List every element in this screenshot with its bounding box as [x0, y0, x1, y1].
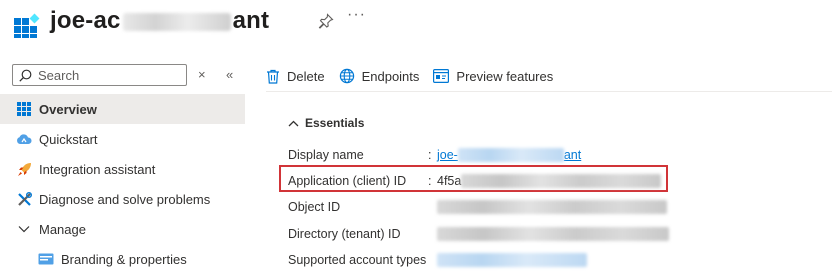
sidebar-item-label: Quickstart — [39, 131, 98, 147]
sidebar-item-diagnose[interactable]: Diagnose and solve problems — [0, 184, 245, 214]
rocket-icon — [15, 160, 33, 178]
chevron-down-icon — [15, 220, 33, 238]
preview-icon — [433, 69, 450, 83]
trash-icon — [267, 69, 279, 84]
command-bar: Delete Endpoints Preview features — [266, 62, 567, 90]
redacted-region — [122, 12, 231, 31]
redacted-value — [437, 200, 667, 214]
field-label: Supported account types — [288, 253, 427, 267]
search-input[interactable] — [38, 67, 178, 83]
essentials-row-application-id: Application (client) ID : 4f5a — [288, 172, 662, 190]
sidebar-item-quickstart[interactable]: Quickstart — [0, 124, 245, 154]
redacted-value — [437, 227, 669, 241]
redacted-value — [461, 174, 662, 189]
branding-icon — [37, 250, 55, 268]
sidebar-item-label: Overview — [39, 101, 97, 117]
sidebar-item-label: Diagnose and solve problems — [39, 191, 211, 207]
cloud-icon — [15, 130, 33, 148]
sidebar: × « Overview Quickstart — [0, 58, 245, 277]
delete-label: Delete — [287, 68, 325, 84]
page-header: joe-ac ant ··· — [0, 0, 832, 50]
grid-icon — [15, 100, 33, 118]
essentials-heading: Essentials — [305, 116, 365, 130]
essentials-row-account-types: Supported account types — [288, 251, 587, 269]
redacted-value — [437, 253, 587, 267]
wrench-icon — [15, 190, 33, 208]
field-label: Object ID — [288, 200, 341, 214]
redacted-value — [457, 148, 564, 163]
sidebar-item-overview[interactable]: Overview — [0, 94, 245, 124]
sidebar-item-label: Manage — [39, 221, 86, 237]
field-label: Application (client) ID — [288, 174, 407, 188]
delete-button[interactable]: Delete — [266, 69, 325, 84]
sidebar-item-label: Integration assistant — [39, 161, 156, 177]
endpoints-label: Endpoints — [361, 68, 420, 84]
globe-icon — [339, 68, 354, 84]
preview-features-button[interactable]: Preview features — [433, 69, 553, 84]
essentials-row-tenant-id: Directory (tenant) ID — [288, 225, 669, 243]
page-title: joe-ac ant — [50, 7, 270, 34]
sidebar-item-label: Branding & properties — [61, 251, 187, 267]
sidebar-item-integration-assistant[interactable]: Integration assistant — [0, 154, 245, 184]
pin-icon[interactable] — [318, 13, 334, 29]
field-label: Display name — [288, 148, 364, 162]
display-name-link[interactable]: joe-ant — [437, 148, 581, 163]
field-label: Directory (tenant) ID — [288, 227, 401, 241]
sidebar-group-manage[interactable]: Manage — [0, 214, 245, 244]
more-icon[interactable]: ··· — [347, 6, 366, 24]
clear-search-button[interactable]: × — [198, 67, 206, 82]
essentials-row-display-name: Display name : joe-ant — [288, 146, 581, 164]
sidebar-item-branding[interactable]: Branding & properties — [0, 244, 245, 274]
field-separator: : — [428, 174, 432, 188]
collapse-sidebar-button[interactable]: « — [226, 67, 233, 82]
preview-features-label: Preview features — [456, 68, 554, 84]
field-separator: : — [428, 148, 432, 162]
search-box[interactable] — [12, 64, 187, 86]
toolbar-divider — [266, 91, 832, 92]
essentials-toggle[interactable]: Essentials — [288, 116, 364, 130]
app-registration-icon — [14, 13, 40, 38]
search-icon — [19, 69, 32, 82]
application-id-value[interactable]: 4f5a — [437, 174, 662, 189]
endpoints-button[interactable]: Endpoints — [339, 68, 420, 84]
essentials-row-object-id: Object ID — [288, 198, 667, 216]
chevron-up-icon — [288, 120, 299, 126]
